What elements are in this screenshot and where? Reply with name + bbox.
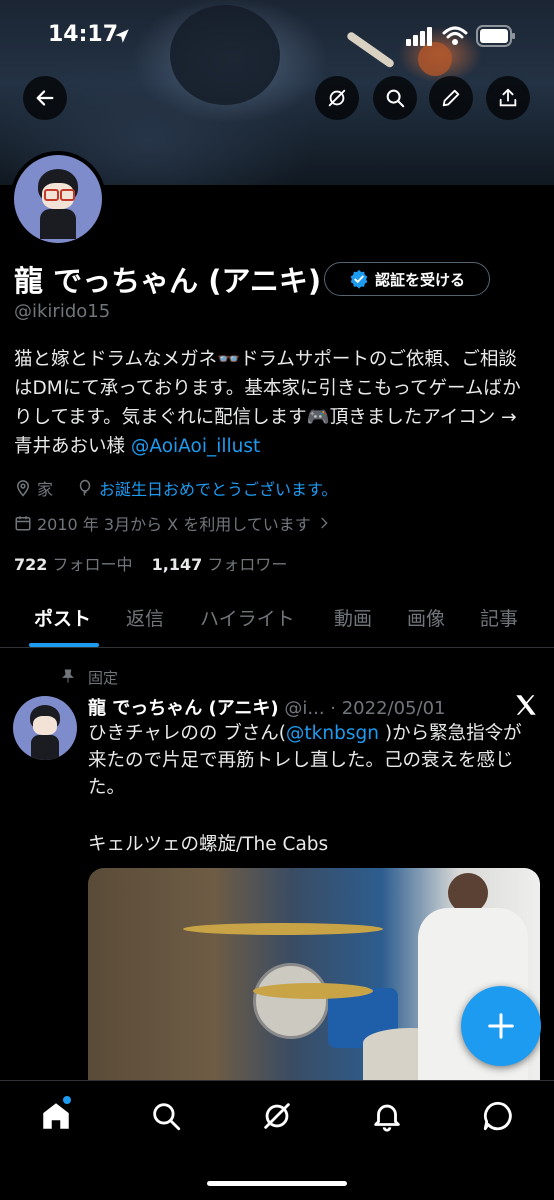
drumstick [345, 30, 396, 69]
location-text: 家 [37, 480, 54, 499]
profile-name: 龍 でっちゃん (アニキ) [14, 264, 322, 298]
get-verified-button[interactable]: 認証を受ける [324, 262, 490, 296]
post-text-before: ひきチャレのの ブさん( [88, 723, 286, 744]
compose-post-button[interactable] [461, 986, 541, 1066]
post-handle: @i... [284, 698, 325, 719]
nav-search[interactable] [149, 1099, 183, 1133]
balloon-icon [79, 479, 91, 496]
location-row: 家 [14, 476, 53, 500]
home-indicator [207, 1181, 347, 1186]
followers-label: フォロワー [207, 555, 288, 574]
grok-icon [328, 89, 346, 107]
nav-notifications[interactable] [370, 1099, 404, 1133]
followers-link[interactable]: 1,147 フォロワー [152, 555, 288, 574]
tab-articles[interactable]: 記事 [480, 604, 518, 631]
following-link[interactable]: 722 フォロー中 [14, 555, 133, 574]
joined-text: 2010 年 3月から X を利用しています [37, 515, 311, 534]
search-icon [153, 1103, 181, 1131]
banner-figure [170, 5, 280, 105]
nav-home[interactable] [39, 1096, 73, 1133]
birthday-row: お誕生日おめでとうございます。 [76, 476, 337, 500]
followers-count: 1,147 [151, 555, 203, 574]
post-avatar[interactable] [13, 696, 77, 760]
bio-text: 猫と嫁とドラムなメガネ👓ドラムサポートのご依頼、ご相談はDMにて承っております。… [14, 349, 521, 457]
chat-bubble-icon [483, 1101, 512, 1131]
nav-messages[interactable] [481, 1099, 515, 1133]
pin-icon [60, 667, 76, 689]
notification-dot [63, 1096, 71, 1104]
status-time: 14:17 [48, 22, 119, 47]
plus-icon [488, 1013, 514, 1039]
bell-icon [374, 1104, 400, 1132]
joined-row[interactable]: 2010 年 3月から X を利用しています [14, 511, 332, 535]
location-pin-icon [16, 480, 30, 497]
avatar-illustration [14, 155, 102, 243]
tab-videos[interactable]: 動画 [334, 604, 372, 631]
active-tab-indicator [29, 643, 99, 647]
battery-icon [476, 24, 516, 52]
edit-pencil-icon [442, 89, 460, 107]
verified-badge-icon [350, 269, 368, 289]
x-logo-icon [513, 692, 539, 722]
profile-handle: @ikirido15 [14, 301, 111, 322]
grok-button[interactable] [315, 76, 359, 120]
nav-grok[interactable] [260, 1099, 294, 1133]
back-button[interactable] [23, 76, 67, 120]
wifi-icon [442, 25, 468, 51]
post-mention-link[interactable]: @tknbsgn [286, 723, 379, 744]
arrow-left-icon [36, 90, 54, 106]
bio-mention-link[interactable]: @AoiAoi_illust [131, 436, 260, 457]
post-video[interactable] [88, 868, 540, 1108]
birthday-text[interactable]: お誕生日おめでとうございます。 [99, 476, 337, 500]
get-verified-label: 認証を受ける [374, 270, 465, 289]
search-button[interactable] [373, 76, 417, 120]
pinned-label: 固定 [88, 669, 119, 687]
post-body: ひきチャレのの ブさん(@tknbsgn )から緊急指令が来たので片足で再筋トレ… [88, 720, 538, 801]
following-label: フォロー中 [52, 555, 133, 574]
post-author[interactable]: 龍 でっちゃん (アニキ) [88, 698, 279, 719]
chevron-right-icon [321, 517, 328, 529]
tab-replies[interactable]: 返信 [126, 604, 164, 631]
tab-posts[interactable]: ポスト [34, 604, 91, 631]
post-header: 龍 でっちゃん (アニキ) @i... · 2022/05/01 [88, 694, 445, 720]
profile-tabs: ポスト 返信 ハイライト 動画 画像 記事 [0, 597, 554, 648]
signal-icon [406, 26, 434, 50]
share-icon [499, 88, 517, 107]
home-icon [43, 1103, 69, 1129]
edit-button[interactable] [429, 76, 473, 120]
post-song-line: キェルツェの螺旋/The Cabs [88, 834, 329, 855]
calendar-icon [15, 516, 31, 531]
profile-avatar[interactable] [10, 151, 106, 247]
tab-images[interactable]: 画像 [407, 604, 445, 631]
tab-highlights[interactable]: ハイライト [200, 604, 295, 631]
location-arrow-icon [113, 27, 131, 49]
share-button[interactable] [486, 76, 530, 120]
post-date: · 2022/05/01 [330, 698, 446, 719]
search-icon [386, 89, 405, 108]
profile-bio: 猫と嫁とドラムなメガネ👓ドラムサポートのご依頼、ご相談はDMにて承っております。… [14, 345, 534, 461]
follow-stats: 722 フォロー中 1,147 フォロワー [14, 551, 287, 575]
following-count: 722 [14, 555, 48, 574]
grok-icon [264, 1103, 290, 1129]
